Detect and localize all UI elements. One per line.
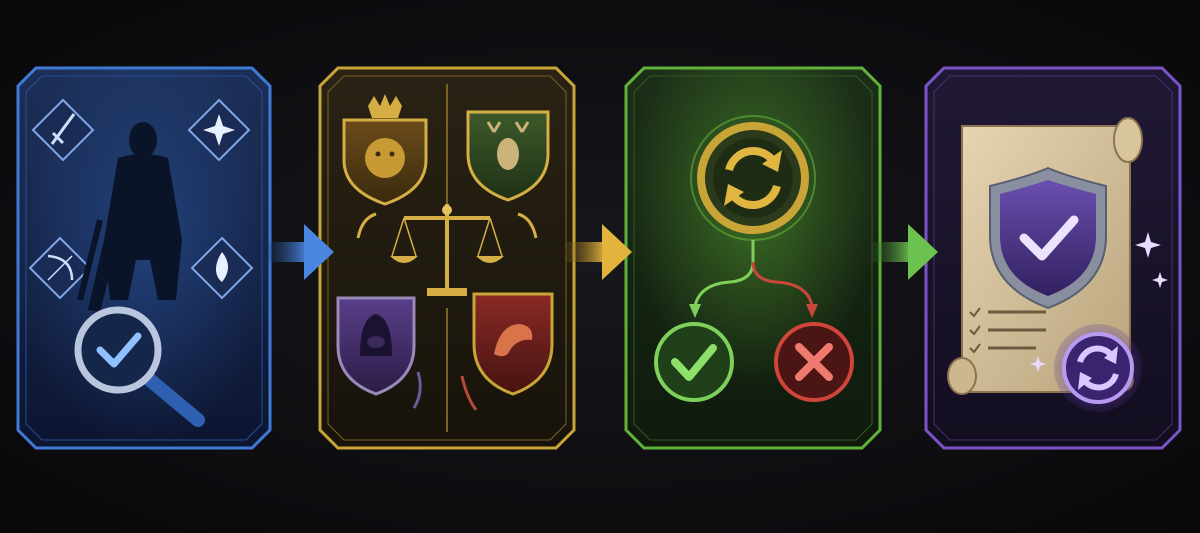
panel-validation-cycle [624, 66, 882, 450]
approve-check-icon [654, 322, 734, 402]
workflow-diagram [16, 66, 1182, 450]
reject-cross-icon [774, 322, 854, 402]
connector-arrow-2 [566, 224, 632, 280]
refresh-emblem-icon [690, 115, 816, 241]
panel-approved-record [924, 66, 1182, 450]
sync-orb-icon [1054, 324, 1142, 412]
panel-faction-balance [318, 66, 576, 450]
diagram-stage [0, 0, 1200, 533]
panel-character-inspection [16, 66, 272, 450]
